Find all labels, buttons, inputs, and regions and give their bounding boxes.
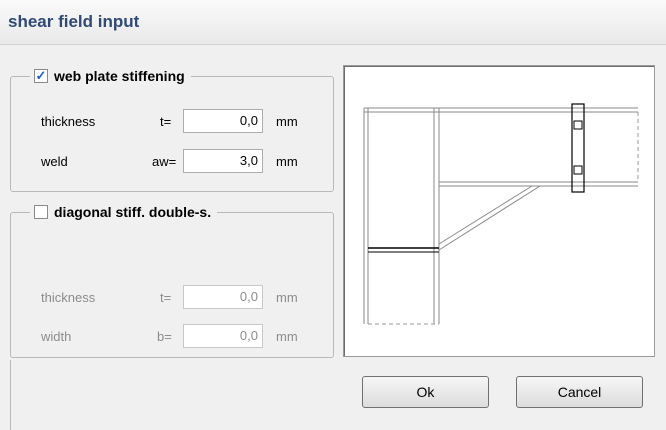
diag-width-input[interactable]: 0,0: [183, 324, 263, 348]
window-title: shear field input: [8, 12, 140, 31]
weld-symbol: aw=: [152, 154, 177, 169]
thickness-label: thickness: [41, 114, 96, 129]
web-plate-legend: ✓ web plate stiffening: [30, 66, 191, 86]
diag-thickness-label: thickness: [41, 290, 96, 305]
diagonal-legend: diagonal stiff. double-s.: [30, 202, 218, 222]
diag-width-symbol: b=: [157, 329, 172, 344]
diagonal-checkbox[interactable]: [34, 205, 48, 219]
title-bar: shear field input: [0, 0, 666, 45]
diag-thickness-unit: mm: [276, 290, 298, 305]
preview-panel: [343, 65, 655, 357]
diag-width-label: width: [41, 329, 72, 344]
web-plate-checkbox[interactable]: ✓: [34, 69, 48, 83]
cancel-button[interactable]: Cancel: [516, 376, 643, 408]
web-thickness-input[interactable]: 0,0: [183, 109, 263, 133]
thickness-symbol: t=: [160, 114, 172, 129]
diagonal-label: diagonal stiff. double-s.: [54, 204, 212, 220]
diag-thickness-symbol: t=: [160, 290, 172, 305]
divider-line: [10, 360, 11, 430]
web-plate-group: [10, 76, 334, 192]
weld-unit: mm: [276, 154, 298, 169]
ok-button[interactable]: Ok: [362, 376, 489, 408]
weld-input[interactable]: 3,0: [183, 149, 263, 173]
diag-thickness-input[interactable]: 0,0: [183, 285, 263, 309]
web-plate-label: web plate stiffening: [54, 68, 185, 84]
check-icon: ✓: [35, 68, 47, 83]
weld-label: weld: [41, 154, 68, 169]
thickness-unit: mm: [276, 114, 298, 129]
diag-width-unit: mm: [276, 329, 298, 344]
joint-diagram: [363, 103, 639, 325]
